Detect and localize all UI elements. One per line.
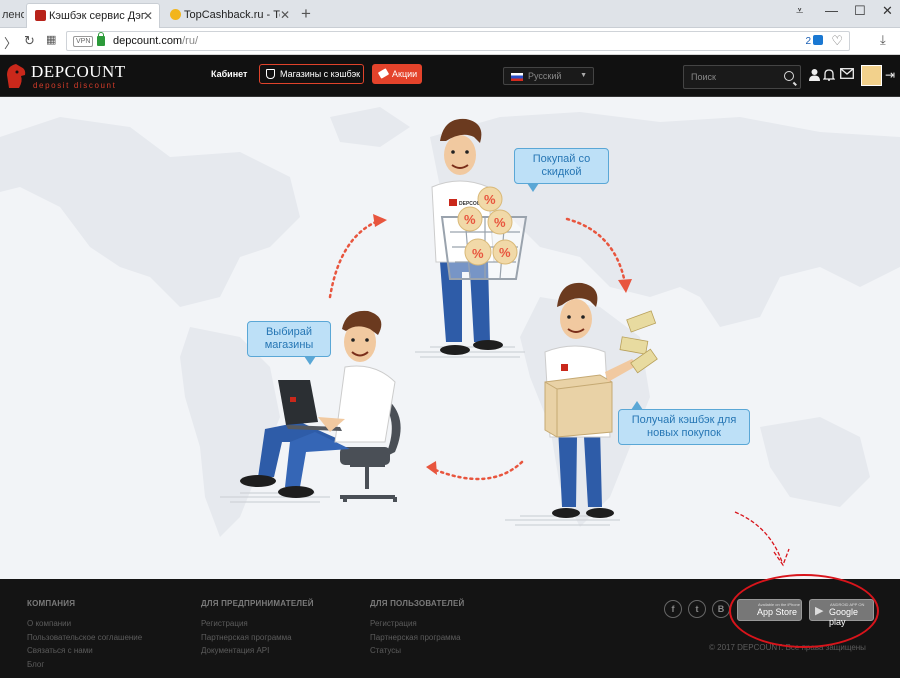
tab-active-depcount[interactable]: Кэшбэк сервис Дэпкаунт ✕ xyxy=(26,3,160,28)
bubble-buy-discount: Покупай со скидкой xyxy=(514,148,609,192)
footer-link-business-register[interactable]: Регистрация xyxy=(201,617,314,631)
footer-company-title: КОМПАНИЯ xyxy=(27,599,76,608)
bubble-choose-text: Выбирай магазины xyxy=(264,326,314,351)
tag-icon xyxy=(377,68,390,79)
search-placeholder: Поиск xyxy=(691,72,716,82)
depcount-logo[interactable]: DEPCOUNT deposit discount xyxy=(4,61,129,93)
red-annotation-circle xyxy=(729,574,879,648)
extension-badge-count: 2 xyxy=(805,36,811,47)
shield-icon xyxy=(266,69,275,79)
footer-users-column: ДЛЯ ПОЛЬЗОВАТЕЛЕЙ Регистрация Партнерска… xyxy=(370,599,464,658)
nav-cabinet-link[interactable]: Кабинет xyxy=(211,69,247,79)
footer-link-user-partner[interactable]: Партнерская программа xyxy=(370,631,464,645)
svg-text:%: % xyxy=(499,245,511,260)
footer-business-title: ДЛЯ ПРЕДПРИНИМАТЕЛЕЙ xyxy=(201,599,314,608)
bubble-cashback-text: Получай кэшбэк для новых покупок xyxy=(631,414,737,439)
depcount-logo-icon xyxy=(7,64,26,88)
world-map-background: DEPCOUNT %%% %% xyxy=(0,107,900,567)
footer-link-contact[interactable]: Связаться с нами xyxy=(27,644,142,658)
browser-tab-bar: лено Кэшбэк сервис Дэпкаунт ✕ TopCashbac… xyxy=(0,0,900,28)
user-icon[interactable] xyxy=(808,68,821,84)
close-window-icon[interactable]: ✕ xyxy=(882,3,893,19)
svg-text:%: % xyxy=(484,192,496,207)
extension-badge[interactable]: 2 xyxy=(805,35,823,47)
avatar[interactable] xyxy=(861,65,882,86)
nav-shops-label: Магазины с кэшбэк xyxy=(280,69,361,79)
bookmark-heart-icon[interactable]: ♡ xyxy=(831,33,843,49)
svg-text:%: % xyxy=(472,246,484,261)
close-tab-icon[interactable]: ✕ xyxy=(280,3,290,28)
url-path: /ru/ xyxy=(182,35,199,47)
close-tab-icon[interactable]: ✕ xyxy=(143,4,153,28)
svg-text:%: % xyxy=(494,215,506,230)
minimize-icon[interactable]: — xyxy=(825,3,838,18)
depcount-favicon-icon xyxy=(35,10,46,21)
logo-name: DEPCOUNT xyxy=(31,62,126,81)
nav-shops-button[interactable]: Магазины с кэшбэк xyxy=(259,64,364,84)
footer-link-api-docs[interactable]: Документация API xyxy=(201,644,314,658)
hero-illustration: DEPCOUNT %%% %% Покупай со скидкой Выбир… xyxy=(0,97,900,579)
logo-slogan: deposit discount xyxy=(33,81,117,90)
vk-icon[interactable]: B xyxy=(712,600,730,618)
url-field[interactable]: VPN depcount.com/ru/ 2 ♡ xyxy=(66,31,850,51)
russia-flag-icon xyxy=(511,73,523,81)
arrow-head xyxy=(426,461,437,475)
svg-text:%: % xyxy=(464,212,476,227)
url-host: depcount.com xyxy=(113,35,183,47)
back-icon[interactable]: 〉 xyxy=(4,33,17,52)
tab-previous[interactable]: лено xyxy=(0,3,24,28)
url-text: depcount.com/ru/ xyxy=(113,35,198,47)
topcashback-favicon-icon xyxy=(170,9,181,20)
notifications-bell-icon[interactable] xyxy=(822,68,836,84)
footer-link-about[interactable]: О компании xyxy=(27,617,142,631)
shield-icon xyxy=(813,35,823,45)
browser-address-bar: 〉 ↻ ▦ VPN depcount.com/ru/ 2 ♡ ⤓ xyxy=(0,28,900,55)
speed-dial-icon[interactable]: ▦ xyxy=(46,33,56,46)
twitter-icon[interactable]: t xyxy=(688,600,706,618)
footer-company-column: КОМПАНИЯ О компании Пользовательское сог… xyxy=(27,599,142,671)
search-input[interactable]: Поиск xyxy=(683,65,801,89)
lock-icon[interactable] xyxy=(97,32,105,46)
nav-promo-label: Акции xyxy=(392,69,418,79)
facebook-icon[interactable]: f xyxy=(664,600,682,618)
tab-label: лено xyxy=(2,9,24,21)
reload-icon[interactable]: ↻ xyxy=(24,33,35,49)
chevron-down-icon: ▼ xyxy=(580,72,587,79)
tab-label: TopCashback.ru - Топ луч xyxy=(184,9,280,21)
vpn-badge[interactable]: VPN xyxy=(73,36,94,47)
footer-link-business-partner[interactable]: Партнерская программа xyxy=(201,631,314,645)
tab-topcashback[interactable]: TopCashback.ru - Топ луч ✕ xyxy=(162,3,296,28)
logout-icon[interactable]: ⇥ xyxy=(885,68,895,82)
arrow-head xyxy=(373,214,387,227)
tab-menu-icon[interactable]: ⩡ xyxy=(796,3,803,19)
nav-promo-button[interactable]: Акции xyxy=(372,64,422,84)
language-select[interactable]: Русский ▼ xyxy=(503,67,594,85)
bubble-choose-shops: Выбирай магазины xyxy=(247,321,331,365)
footer-link-statuses[interactable]: Статусы xyxy=(370,644,464,658)
new-tab-icon[interactable]: + xyxy=(301,4,311,24)
footer-users-title: ДЛЯ ПОЛЬЗОВАТЕЛЕЙ xyxy=(370,599,465,608)
download-icon[interactable]: ⤓ xyxy=(880,32,886,48)
footer-link-blog[interactable]: Блог xyxy=(27,658,142,672)
site-header: DEPCOUNT deposit discount Кабинет Магази… xyxy=(0,55,900,97)
footer-business-column: ДЛЯ ПРЕДПРИНИМАТЕЛЕЙ Регистрация Партнер… xyxy=(201,599,314,658)
search-icon[interactable] xyxy=(784,71,794,81)
footer-link-terms[interactable]: Пользовательское соглашение xyxy=(27,631,142,645)
tab-label: Кэшбэк сервис Дэпкаунт xyxy=(49,10,145,22)
language-value: Русский xyxy=(528,71,562,81)
footer-link-user-register[interactable]: Регистрация xyxy=(370,617,464,631)
maximize-icon[interactable]: ☐ xyxy=(854,3,866,19)
bubble-get-cashback: Получай кэшбэк для новых покупок xyxy=(618,401,750,445)
bubble-buy-text: Покупай со скидкой xyxy=(532,153,591,178)
mail-envelope-icon[interactable] xyxy=(840,68,854,82)
